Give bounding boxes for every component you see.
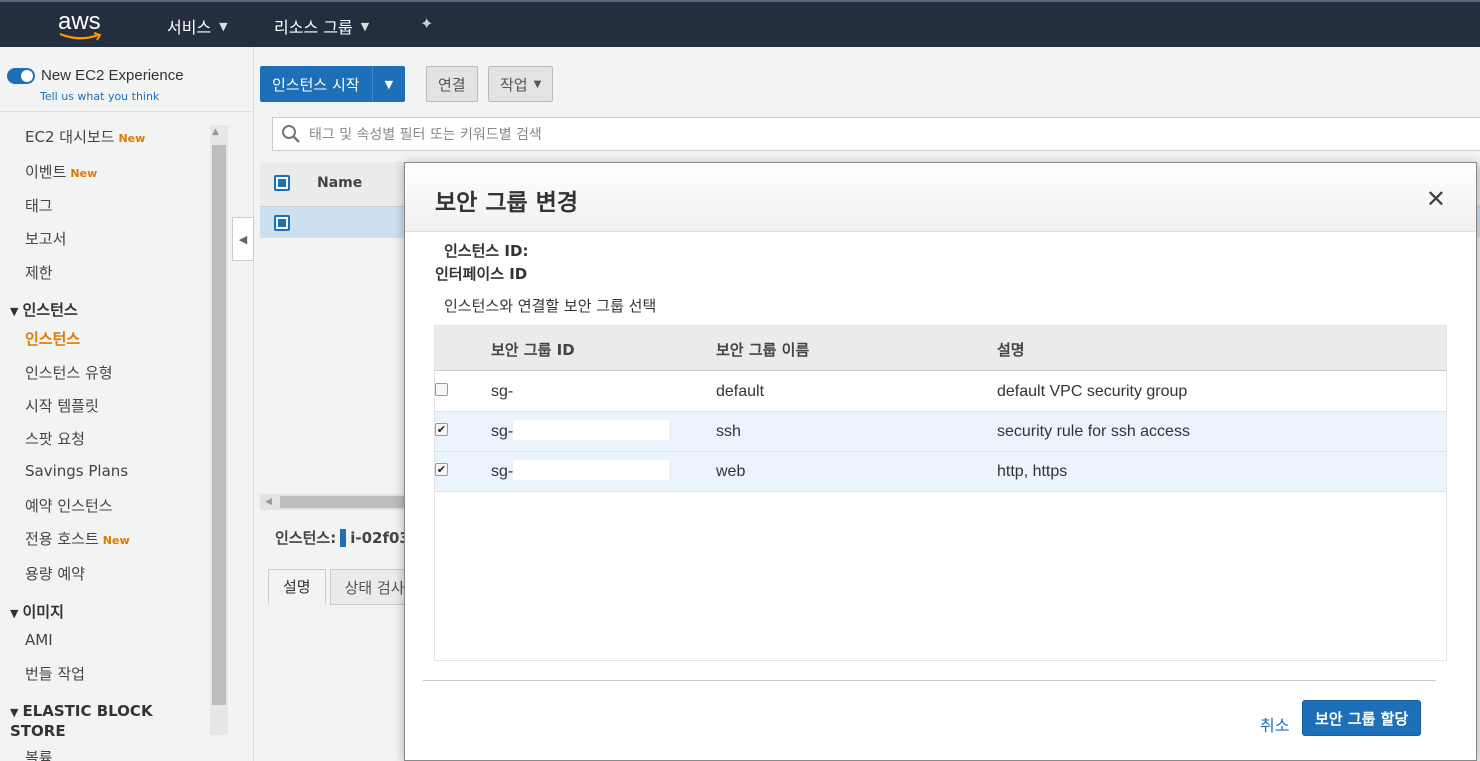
sidebar-item-instance-types[interactable]: 인스턴스 유형	[25, 362, 113, 383]
cancel-button[interactable]: 취소	[1260, 712, 1289, 736]
sidebar-section-ebs[interactable]: ▼ ELASTIC BLOCK STORE	[10, 702, 190, 741]
group-name: default	[716, 383, 765, 400]
security-groups-table: 보안 그룹 ID 보안 그룹 이름 설명 sg- default default…	[434, 325, 1447, 661]
services-menu[interactable]: 서비스 ▼	[167, 14, 228, 38]
caret-down-icon: ▼	[10, 305, 19, 318]
assign-security-groups-button[interactable]: 보안 그룹 할당	[1302, 700, 1422, 736]
top-nav: aws 서비스 ▼ 리소스 그룹 ▼ ✦	[0, 0, 1480, 47]
aws-smile-icon	[59, 32, 102, 41]
sidebar-item-capacity-reservations[interactable]: 용량 예약	[25, 563, 85, 584]
chevron-down-icon: ▼	[360, 19, 370, 33]
select-groups-label: 인스턴스와 연결할 보안 그룹 선택	[444, 297, 657, 315]
sidebar-item-dedicated-hosts[interactable]: 전용 호스트 New	[25, 528, 130, 549]
sidebar-item-limits[interactable]: 제한	[25, 262, 53, 283]
sidebar-section-instances[interactable]: ▼ 인스턴스	[10, 299, 78, 320]
group-description: security rule for ssh access	[997, 423, 1190, 440]
divider	[0, 111, 254, 112]
group-name: ssh	[716, 423, 741, 440]
detail-tabs: 설명 상태 검사	[268, 569, 420, 605]
sidebar-item-instances[interactable]: 인스턴스	[25, 328, 80, 349]
sidebar-item-launch-templates[interactable]: 시작 템플릿	[25, 395, 99, 416]
feedback-link[interactable]: Tell us what you think	[40, 90, 159, 103]
chevron-down-icon: ▼	[533, 78, 542, 90]
launch-instance-label: 인스턴스 시작	[260, 66, 373, 102]
tab-description[interactable]: 설명	[268, 569, 326, 605]
chevron-left-icon: ◀	[238, 232, 248, 246]
table-header: 보안 그룹 ID 보안 그룹 이름 설명	[435, 326, 1446, 371]
launch-instance-button[interactable]: 인스턴스 시작 ▼	[260, 66, 406, 102]
sidebar-item-tags[interactable]: 태그	[25, 195, 53, 216]
resource-groups-menu[interactable]: 리소스 그룹 ▼	[274, 14, 369, 38]
column-header-group-id[interactable]: 보안 그룹 ID	[491, 339, 575, 360]
sidebar-item-bundle-tasks[interactable]: 번들 작업	[25, 663, 85, 684]
instance-color-bar	[340, 528, 347, 547]
new-badge: New	[102, 534, 130, 547]
sidebar-item-reserved-instances[interactable]: 예약 인스턴스	[25, 495, 113, 516]
row-checkbox-checked[interactable]: ✔	[435, 463, 448, 476]
redacted-region	[513, 460, 669, 480]
group-id: sg-	[491, 383, 514, 400]
table-row[interactable]: ✔ sg- web http, https	[435, 452, 1446, 492]
toggle-label: New EC2 Experience	[41, 67, 184, 84]
sidebar: New EC2 Experience Tell us what you thin…	[0, 47, 254, 761]
new-experience-toggle-wrap: New EC2 Experience	[7, 67, 184, 84]
sidebar-item-reports[interactable]: 보고서	[25, 228, 66, 249]
caret-down-icon: ▼	[10, 706, 19, 719]
pin-icon[interactable]: ✦	[420, 14, 433, 33]
services-label: 서비스	[167, 18, 212, 37]
change-security-groups-modal: 보안 그룹 변경 ✕ 인스턴스 ID: 인터페이스 ID 인스턴스와 연결할 보…	[404, 162, 1477, 761]
chevron-down-icon: ▼	[219, 19, 228, 33]
checkmark-icon: ✔	[436, 423, 447, 436]
group-id: sg-	[491, 423, 514, 440]
sidebar-item-volumes[interactable]: 볼륨	[25, 747, 53, 761]
new-badge: New	[118, 132, 146, 145]
caret-down-icon: ▼	[10, 607, 19, 620]
new-experience-toggle[interactable]	[7, 67, 35, 84]
column-header-group-name[interactable]: 보안 그룹 이름	[716, 339, 809, 360]
column-header-description[interactable]: 설명	[997, 339, 1025, 360]
sidebar-item-ec2-dashboard[interactable]: EC2 대시보드 New	[25, 126, 145, 147]
sidebar-item-events[interactable]: 이벤트 New	[25, 161, 97, 182]
search-bar[interactable]: 태그 및 속성별 필터 또는 키워드별 검색	[272, 117, 1480, 151]
row-checkbox-checked[interactable]: ✔	[435, 423, 448, 436]
collapse-sidebar-button[interactable]: ◀	[232, 217, 254, 261]
new-badge: New	[70, 167, 98, 180]
row-checkbox[interactable]	[435, 383, 448, 396]
row-checkbox[interactable]	[274, 215, 290, 231]
table-row[interactable]: ✔ sg- ssh security rule for ssh access	[435, 412, 1446, 452]
search-icon	[282, 125, 300, 143]
close-icon[interactable]: ✕	[1426, 185, 1446, 213]
selected-instance-label: 인스턴스: i-02f03	[275, 528, 410, 547]
sidebar-scrollbar-thumb[interactable]	[212, 145, 226, 705]
divider	[423, 680, 1436, 681]
group-id: sg-	[491, 463, 514, 480]
group-description: http, https	[997, 463, 1068, 480]
scroll-left-icon[interactable]: ◀	[265, 497, 272, 507]
resource-groups-label: 리소스 그룹	[274, 18, 353, 37]
instance-id-label: 인스턴스 ID:	[444, 242, 529, 260]
chevron-down-icon[interactable]: ▼	[373, 78, 405, 91]
redacted-region	[513, 420, 669, 440]
group-name: web	[716, 463, 746, 480]
checkmark-icon: ✔	[436, 463, 447, 476]
group-description: default VPC security group	[997, 383, 1188, 400]
sidebar-item-ami[interactable]: AMI	[25, 631, 53, 649]
table-row[interactable]: sg- default default VPC security group	[435, 372, 1446, 412]
search-placeholder: 태그 및 속성별 필터 또는 키워드별 검색	[309, 127, 542, 143]
modal-header: 보안 그룹 변경 ✕	[405, 163, 1476, 232]
interface-id-label: 인터페이스 ID	[435, 265, 528, 283]
scroll-up-icon[interactable]: ▲	[212, 127, 219, 137]
modal-title: 보안 그룹 변경	[435, 190, 578, 216]
connect-button[interactable]: 연결	[426, 66, 478, 102]
instance-id: i-02f03	[350, 528, 410, 547]
sidebar-section-images[interactable]: ▼ 이미지	[10, 601, 64, 622]
actions-button[interactable]: 작업 ▼	[488, 66, 554, 102]
sidebar-item-savings-plans[interactable]: Savings Plans	[25, 462, 128, 480]
sidebar-item-spot-requests[interactable]: 스팟 요청	[25, 428, 85, 449]
column-header-name[interactable]: Name	[317, 175, 362, 191]
select-all-checkbox[interactable]	[274, 175, 290, 191]
horizontal-scrollbar-thumb[interactable]	[280, 496, 410, 508]
